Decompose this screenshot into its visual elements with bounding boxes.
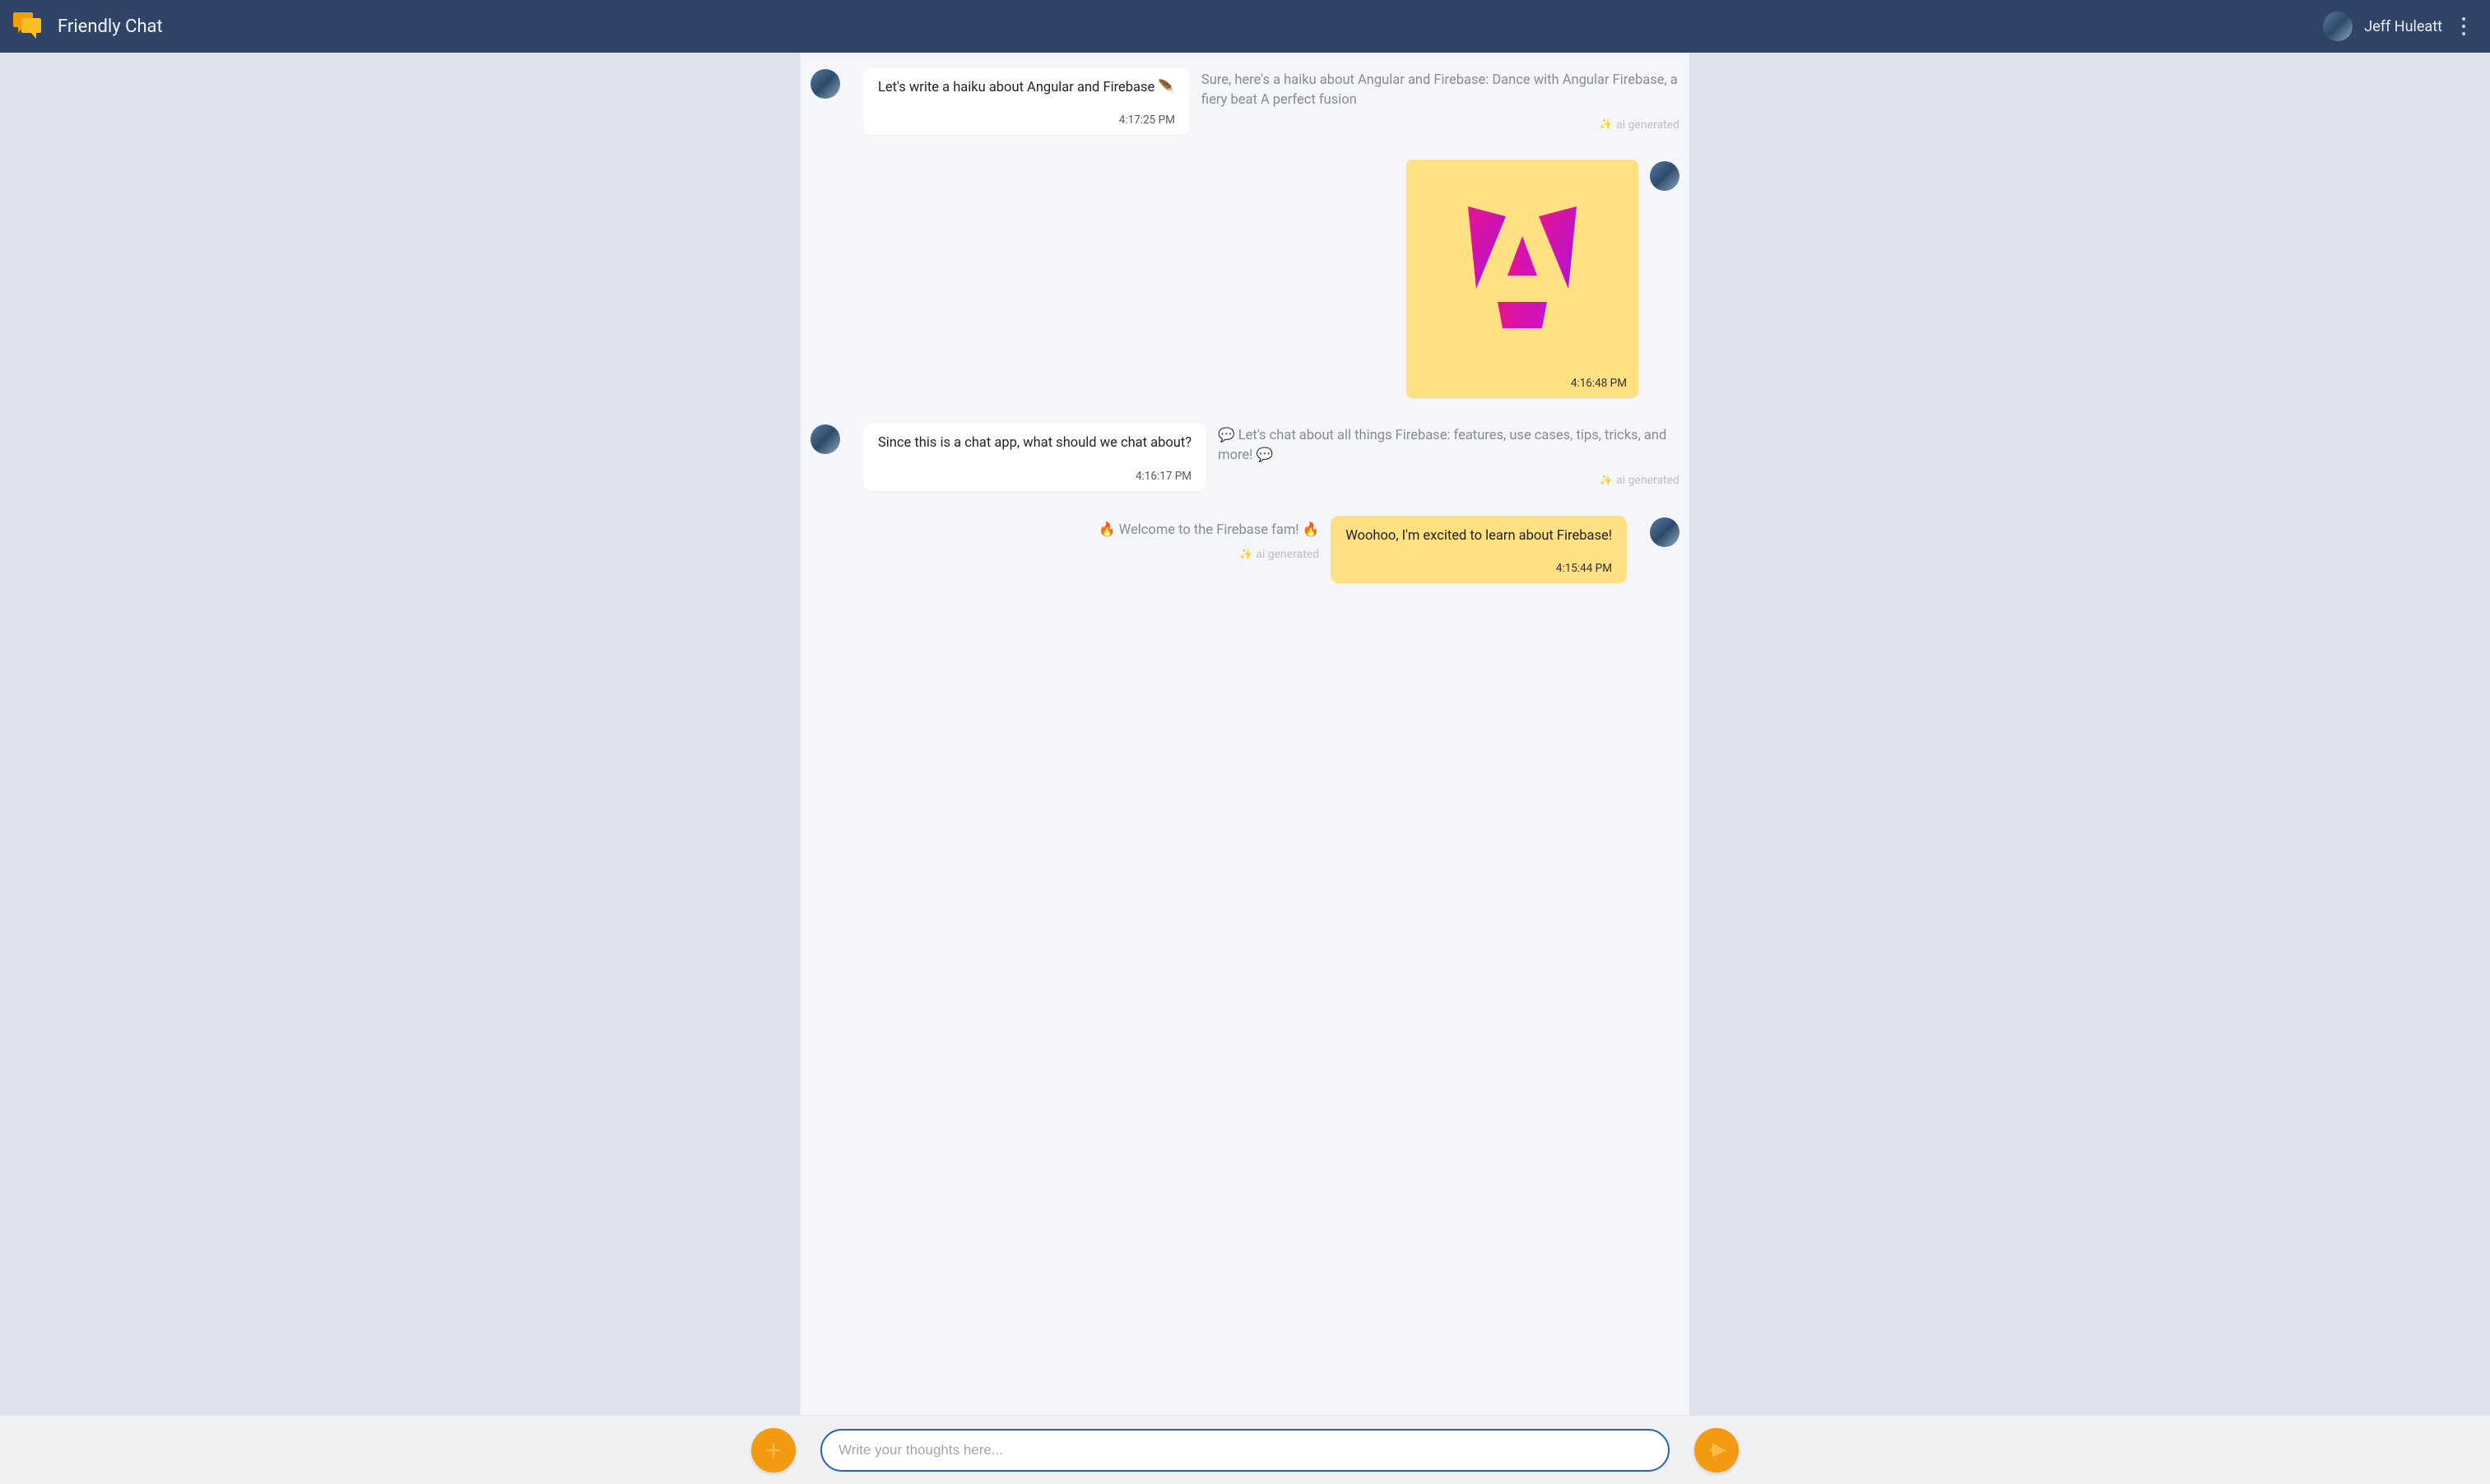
ai-reply-text: Sure, here's a haiku about Angular and F… — [1201, 71, 1679, 110]
more-menu-icon[interactable] — [2454, 11, 2474, 42]
message-timestamp: 4:16:48 PM — [1406, 372, 1638, 398]
message-bubble: Woohoo, I'm excited to learn about Fireb… — [1331, 516, 1627, 583]
app-header: Friendly Chat Jeff Huleatt — [0, 0, 2490, 53]
composer-bar — [0, 1415, 2490, 1484]
app-title: Friendly Chat — [58, 16, 163, 37]
plus-icon — [762, 1439, 785, 1462]
ai-generated-label: ✨ ai generated — [1201, 118, 1679, 132]
send-icon — [1705, 1439, 1728, 1462]
ai-generated-text: ai generated — [1616, 474, 1679, 487]
image-message-bubble: 4:16:48 PM — [1406, 160, 1638, 398]
logo-area: Friendly Chat — [10, 8, 163, 44]
message-timestamp: 4:16:17 PM — [878, 470, 1192, 483]
send-button[interactable] — [1694, 1428, 1739, 1472]
message-text: Since this is a chat app, what should we… — [878, 434, 1192, 452]
message-image — [1406, 160, 1638, 372]
ai-reply-text: 🔥 Welcome to the Firebase fam! 🔥 — [811, 521, 1319, 540]
message-row: Let's write a haiku about Angular and Fi… — [811, 67, 1679, 135]
message-row: 4:16:48 PM — [811, 160, 1679, 398]
message-timestamp: 4:15:44 PM — [1345, 562, 1612, 575]
message-text: Let's write a haiku about Angular and Fi… — [878, 79, 1175, 97]
add-attachment-button[interactable] — [751, 1428, 796, 1472]
message-bubble: Let's write a haiku about Angular and Fi… — [863, 67, 1190, 135]
sender-avatar — [811, 424, 840, 454]
ai-reply-text: 💬 Let's chat about all things Firebase: … — [1218, 426, 1679, 466]
message-row: 🔥 Welcome to the Firebase fam! 🔥 ✨ ai ge… — [811, 516, 1679, 583]
sender-avatar — [1650, 517, 1679, 547]
message-input-wrap — [820, 1429, 1670, 1472]
sparkle-icon: ✨ — [1239, 549, 1252, 561]
angular-logo-icon — [1440, 183, 1605, 348]
sender-avatar — [1650, 161, 1679, 191]
chat-logo-icon — [10, 8, 46, 44]
header-avatar[interactable] — [2323, 12, 2353, 41]
message-timestamp: 4:17:25 PM — [878, 114, 1175, 127]
sparkle-icon: ✨ — [1600, 475, 1613, 487]
user-area[interactable]: Jeff Huleatt — [2323, 11, 2474, 42]
message-text: Woohoo, I'm excited to learn about Fireb… — [1345, 527, 1612, 545]
message-bubble: Since this is a chat app, what should we… — [863, 423, 1206, 490]
ai-generated-label: ✨ ai generated — [811, 548, 1319, 561]
ai-generated-label: ✨ ai generated — [1218, 474, 1679, 487]
message-input[interactable] — [820, 1429, 1670, 1472]
sender-avatar — [811, 69, 840, 99]
ai-generated-text: ai generated — [1256, 548, 1319, 561]
sparkle-icon: ✨ — [1600, 118, 1613, 131]
user-name: Jeff Huleatt — [2364, 18, 2442, 35]
chat-column: Let's write a haiku about Angular and Fi… — [801, 53, 1689, 1415]
message-row: Since this is a chat app, what should we… — [811, 423, 1679, 490]
chat-scroll[interactable]: Let's write a haiku about Angular and Fi… — [0, 53, 2490, 1415]
ai-generated-text: ai generated — [1616, 118, 1679, 132]
